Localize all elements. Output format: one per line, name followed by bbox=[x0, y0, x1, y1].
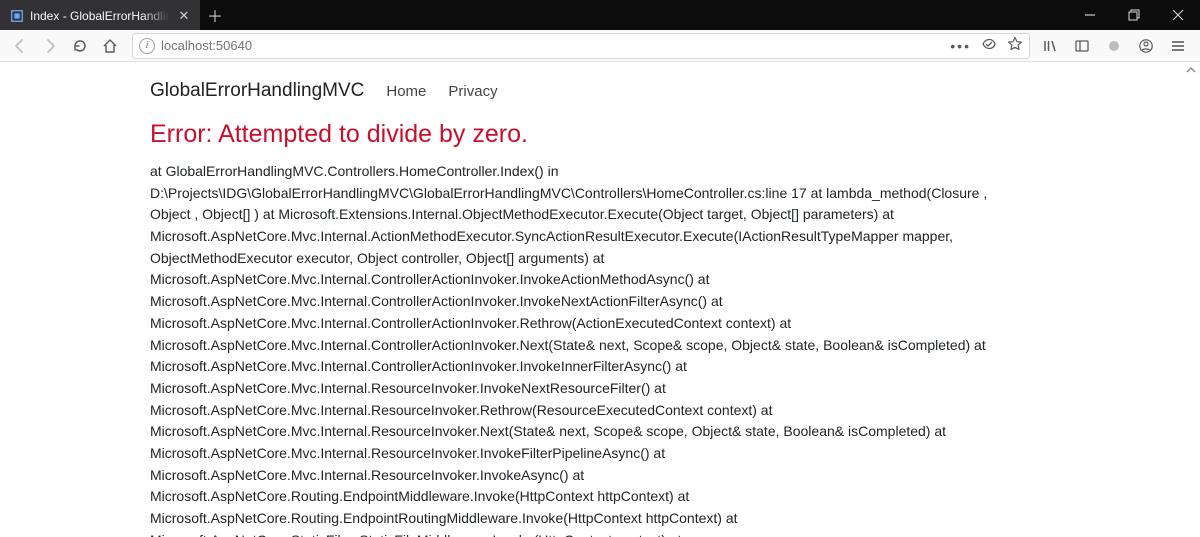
minimize-button[interactable] bbox=[1072, 0, 1108, 30]
window-controls bbox=[1072, 0, 1200, 30]
tab-title: Index - GlobalErrorHandlingMVC bbox=[30, 9, 170, 23]
nav-link-home[interactable]: Home bbox=[386, 83, 426, 100]
url-bar[interactable]: i localhost:50640 ••• bbox=[132, 33, 1030, 59]
scroll-up-icon[interactable] bbox=[1184, 62, 1198, 78]
reload-button[interactable] bbox=[66, 32, 94, 60]
restore-button[interactable] bbox=[1116, 0, 1152, 30]
new-tab-button[interactable]: ＋ bbox=[200, 0, 230, 30]
url-bar-actions: ••• bbox=[950, 36, 1023, 55]
reader-mode-icon[interactable] bbox=[981, 36, 997, 55]
toolbar-right bbox=[1038, 34, 1194, 58]
page-actions-icon[interactable]: ••• bbox=[950, 38, 971, 54]
site-brand[interactable]: GlobalErrorHandlingMVC bbox=[150, 80, 364, 102]
browser-tab-strip: Index - GlobalErrorHandlingMVC ✕ ＋ bbox=[0, 0, 1200, 30]
forward-button[interactable] bbox=[36, 32, 64, 60]
nav-link-privacy[interactable]: Privacy bbox=[448, 83, 497, 100]
close-window-button[interactable] bbox=[1160, 0, 1196, 30]
page-viewport[interactable]: GlobalErrorHandlingMVC Home Privacy Erro… bbox=[0, 62, 1200, 537]
browser-tab[interactable]: Index - GlobalErrorHandlingMVC ✕ bbox=[0, 0, 200, 30]
site-info-icon[interactable]: i bbox=[139, 38, 155, 54]
sidebar-icon[interactable] bbox=[1070, 34, 1094, 58]
account-icon[interactable] bbox=[1134, 34, 1158, 58]
navigation-bar: i localhost:50640 ••• bbox=[0, 30, 1200, 62]
tab-strip: Index - GlobalErrorHandlingMVC ✕ ＋ bbox=[0, 0, 230, 30]
close-tab-icon[interactable]: ✕ bbox=[176, 8, 192, 24]
error-heading: Error: Attempted to divide by zero. bbox=[150, 120, 1050, 149]
url-text: localhost:50640 bbox=[161, 38, 944, 53]
bookmark-star-icon[interactable] bbox=[1007, 36, 1023, 55]
stack-trace: at GlobalErrorHandlingMVC.Controllers.Ho… bbox=[150, 161, 1030, 537]
site-navbar: GlobalErrorHandlingMVC Home Privacy bbox=[0, 74, 1200, 120]
page-content: GlobalErrorHandlingMVC Home Privacy Erro… bbox=[0, 62, 1200, 537]
home-button[interactable] bbox=[96, 32, 124, 60]
favicon-icon bbox=[10, 9, 24, 23]
extension-icon[interactable] bbox=[1102, 34, 1126, 58]
main-content: Error: Attempted to divide by zero. at G… bbox=[0, 120, 1200, 537]
back-button[interactable] bbox=[6, 32, 34, 60]
library-icon[interactable] bbox=[1038, 34, 1062, 58]
menu-icon[interactable] bbox=[1166, 34, 1190, 58]
